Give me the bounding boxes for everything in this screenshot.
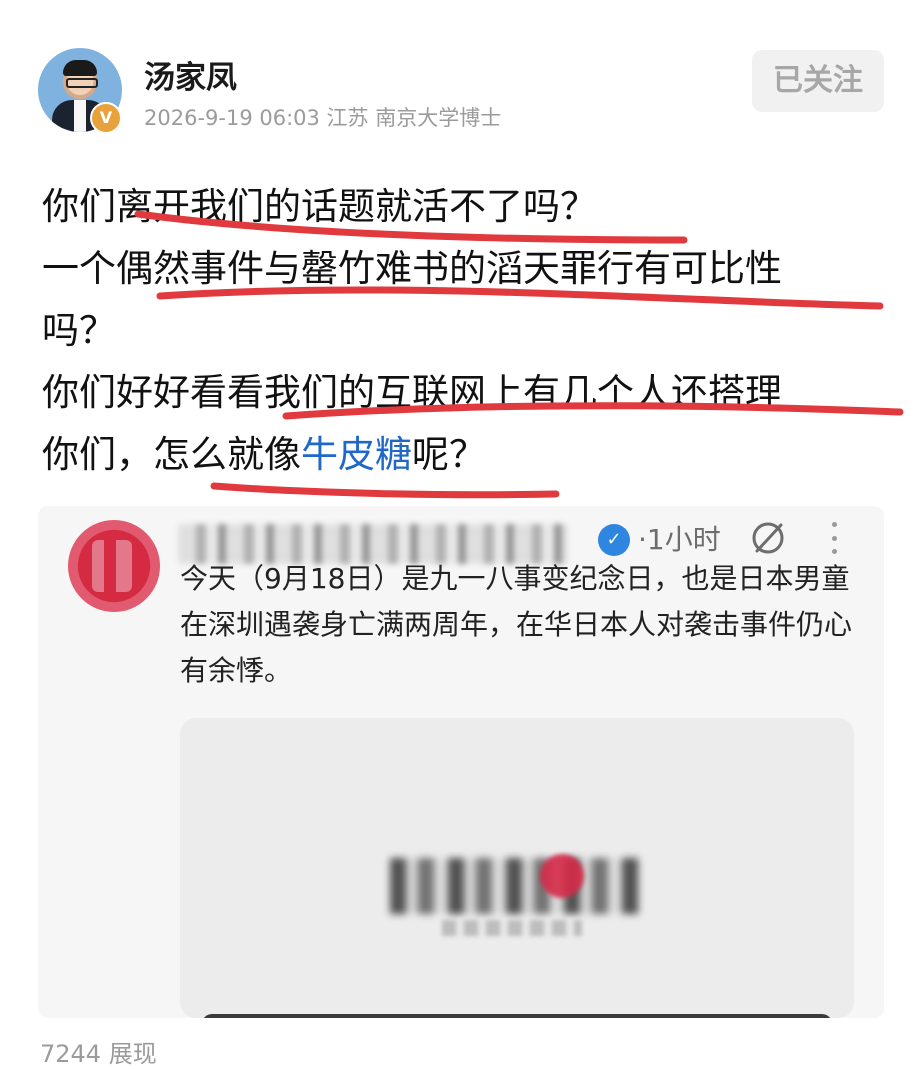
post-line-4: 你们好好看看我们的互联网上有几个人还搭理 [42,371,782,414]
media-blurred-subtext [442,920,582,936]
post-line-1: 你们离开我们的话题就活不了吗？ [42,185,597,228]
post-line-3: 吗？ [42,309,116,352]
view-count: 7244 展现 [40,1040,157,1068]
quoted-post-card[interactable]: ✓ ·1小时 今天（9月18日）是九一八事变纪念日，也是日本男童在深圳遇袭身亡满… [38,506,884,1018]
post-header: V 汤家凤 2026-9-19 06:03 江苏 南京大学博士 已关注 [0,0,922,150]
underline-4 [210,482,560,499]
media-blurred-text [390,858,640,914]
media-red-logo [540,854,584,898]
quoted-time: ·1小时 [638,523,721,556]
post-line-5-tail: 呢？ [412,433,486,476]
post-line-5-text: 你们，怎么就像 [42,433,301,476]
post-line-5: 你们，怎么就像牛皮糖呢？ [42,424,902,486]
author-name[interactable]: 汤家凤 [144,52,237,97]
post-body: 你们离开我们的话题就活不了吗？ 一个偶然事件与罄竹难书的滔天罪行有可比性 吗？ … [42,176,902,486]
follow-button[interactable]: 已关注 [752,50,884,112]
quoted-avatar [68,520,160,612]
hashtag-link[interactable]: 牛皮糖 [301,433,412,476]
more-vertical-icon[interactable] [828,518,840,558]
quoted-post-text: 今天（9月18日）是九一八事变纪念日，也是日本男童在深圳遇袭身亡满两周年，在华日… [180,562,853,687]
verified-v-badge: V [90,102,122,134]
check-icon: ✓ [598,524,630,556]
mute-icon[interactable] [748,518,788,558]
quoted-media-image[interactable] [180,718,854,1018]
media-bottom-bar [202,1014,832,1018]
post-meta: 2026-9-19 06:03 江苏 南京大学博士 [144,106,502,130]
post-line-2: 一个偶然事件与罄竹难书的滔天罪行有可比性 [42,247,782,290]
